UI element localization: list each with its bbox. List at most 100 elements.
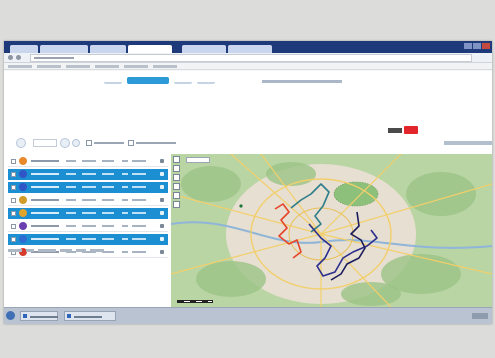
route-checkbox[interactable] bbox=[11, 159, 16, 164]
route-cell bbox=[82, 173, 96, 175]
route-cell bbox=[66, 212, 76, 214]
ruler-icon[interactable] bbox=[173, 174, 180, 181]
bookmark-item[interactable] bbox=[8, 64, 32, 68]
route-cell bbox=[82, 199, 96, 201]
route-cell bbox=[102, 173, 114, 175]
monitor-screen bbox=[4, 41, 492, 324]
route-checkbox[interactable] bbox=[11, 211, 16, 216]
taskbar-item[interactable] bbox=[20, 311, 58, 321]
settings-icon[interactable] bbox=[60, 138, 70, 148]
header-info-text bbox=[262, 80, 342, 83]
url-input[interactable] bbox=[30, 54, 472, 62]
list-pagination bbox=[8, 249, 138, 252]
route-cell bbox=[102, 199, 114, 201]
nav-item[interactable] bbox=[197, 77, 215, 84]
forward-icon[interactable] bbox=[16, 55, 21, 60]
route-checkbox[interactable] bbox=[11, 172, 16, 177]
route-action-icon[interactable] bbox=[160, 159, 164, 163]
route-row[interactable] bbox=[8, 234, 168, 245]
park-area bbox=[181, 166, 241, 202]
pagination-item[interactable] bbox=[60, 249, 72, 252]
route-cell bbox=[132, 225, 146, 227]
route-action-icon[interactable] bbox=[160, 172, 164, 176]
route-cell bbox=[102, 186, 114, 188]
route-checkbox[interactable] bbox=[11, 224, 16, 229]
option-checkbox[interactable] bbox=[86, 140, 92, 146]
bookmark-item[interactable] bbox=[37, 64, 61, 68]
dropdown-icon[interactable] bbox=[72, 139, 80, 147]
route-checkbox[interactable] bbox=[11, 237, 16, 242]
bookmark-item[interactable] bbox=[95, 64, 119, 68]
route-color-icon bbox=[19, 196, 27, 204]
pagination-item[interactable] bbox=[76, 249, 86, 252]
route-row[interactable] bbox=[8, 156, 168, 167]
bookmark-item[interactable] bbox=[124, 64, 148, 68]
route-cell bbox=[122, 199, 128, 201]
minimize-icon[interactable] bbox=[464, 43, 472, 49]
window-controls bbox=[463, 43, 490, 49]
date-input[interactable] bbox=[33, 139, 57, 147]
route-cell bbox=[132, 186, 146, 188]
maximize-icon[interactable] bbox=[473, 43, 481, 49]
route-cell bbox=[122, 212, 128, 214]
map-layer-select[interactable] bbox=[186, 157, 210, 163]
route-action-icon[interactable] bbox=[160, 250, 164, 254]
route-cell bbox=[82, 212, 96, 214]
route-row[interactable] bbox=[8, 182, 168, 193]
start-icon[interactable] bbox=[6, 311, 15, 320]
option-checkbox[interactable] bbox=[128, 140, 134, 146]
pagination-item[interactable] bbox=[8, 249, 22, 252]
map-canvas[interactable] bbox=[171, 154, 492, 307]
zoom-in-icon[interactable] bbox=[173, 156, 180, 163]
route-color-icon bbox=[19, 183, 27, 191]
route-action-icon[interactable] bbox=[160, 198, 164, 202]
add-icon[interactable] bbox=[16, 138, 26, 148]
route-cell bbox=[132, 199, 146, 201]
route-cell bbox=[82, 160, 96, 162]
park-area bbox=[196, 261, 266, 297]
polygon-icon[interactable] bbox=[173, 192, 180, 199]
route-row[interactable] bbox=[8, 195, 168, 206]
pagination-item[interactable] bbox=[38, 249, 56, 252]
nav-item[interactable] bbox=[104, 77, 122, 84]
close-icon[interactable] bbox=[482, 43, 490, 49]
pagination-item[interactable] bbox=[90, 249, 104, 252]
route-cell bbox=[132, 238, 146, 240]
route-action-icon[interactable] bbox=[160, 237, 164, 241]
route-checkbox[interactable] bbox=[11, 198, 16, 203]
route-name bbox=[31, 186, 59, 188]
back-icon[interactable] bbox=[8, 55, 13, 60]
browser-tab[interactable] bbox=[10, 45, 38, 53]
bookmarks-bar bbox=[4, 63, 492, 70]
route-cell bbox=[102, 212, 114, 214]
route-row[interactable] bbox=[8, 169, 168, 180]
bookmark-item[interactable] bbox=[66, 64, 90, 68]
browser-tab[interactable] bbox=[182, 45, 226, 53]
bookmark-item[interactable] bbox=[153, 64, 177, 68]
route-cell bbox=[66, 186, 76, 188]
route-cell bbox=[66, 199, 76, 201]
toolbar-action-link[interactable] bbox=[444, 141, 492, 145]
route-checkbox[interactable] bbox=[11, 185, 16, 190]
nav-item[interactable] bbox=[174, 77, 192, 84]
layers-icon[interactable] bbox=[173, 183, 180, 190]
browser-tab[interactable] bbox=[228, 45, 272, 53]
route-name bbox=[31, 238, 59, 240]
route-action-icon[interactable] bbox=[160, 224, 164, 228]
nav-item-active[interactable] bbox=[127, 77, 169, 84]
taskbar-item[interactable] bbox=[64, 311, 116, 321]
pan-icon[interactable] bbox=[173, 201, 180, 208]
zoom-out-icon[interactable] bbox=[173, 165, 180, 172]
browser-tab[interactable] bbox=[40, 45, 88, 53]
route-cell bbox=[122, 238, 128, 240]
pagination-item[interactable] bbox=[26, 249, 34, 252]
browser-tab-active[interactable] bbox=[128, 45, 172, 53]
route-action-icon[interactable] bbox=[160, 211, 164, 215]
route-row[interactable] bbox=[8, 221, 168, 232]
route-cell bbox=[82, 186, 96, 188]
park-area bbox=[266, 162, 316, 186]
route-map[interactable] bbox=[171, 154, 492, 307]
route-action-icon[interactable] bbox=[160, 185, 164, 189]
route-row[interactable] bbox=[8, 208, 168, 219]
browser-tab[interactable] bbox=[90, 45, 126, 53]
